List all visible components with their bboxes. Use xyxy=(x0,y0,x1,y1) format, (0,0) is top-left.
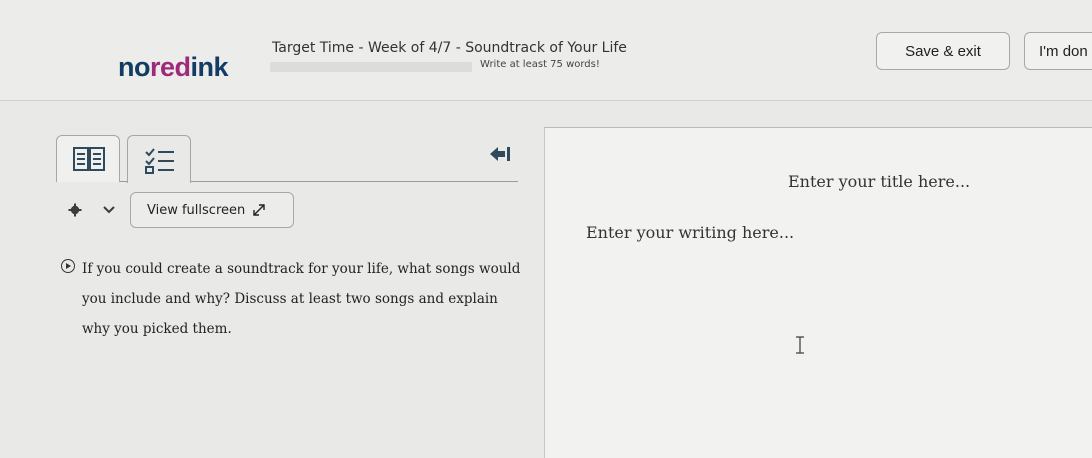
book-icon xyxy=(73,147,105,171)
arrow-left-bar-icon xyxy=(490,147,510,161)
tabs-divider xyxy=(56,181,518,182)
tab-checklist[interactable] xyxy=(127,135,191,183)
checklist-icon xyxy=(145,148,174,174)
logo-text-part2: red xyxy=(150,52,191,82)
noredink-logo[interactable]: noredink xyxy=(118,52,229,83)
im-done-button[interactable]: I'm don xyxy=(1024,32,1092,70)
play-audio-icon[interactable] xyxy=(61,259,75,273)
assignment-title: Target Time - Week of 4/7 - Soundtrack o… xyxy=(272,40,627,56)
collapse-panel-button[interactable] xyxy=(488,144,512,164)
word-progress-bar xyxy=(270,62,472,72)
essay-title-input[interactable]: Enter your title here... xyxy=(788,172,970,191)
text-cursor-icon xyxy=(796,336,804,354)
chevron-down-icon xyxy=(103,206,115,214)
save-exit-button[interactable]: Save & exit xyxy=(876,32,1010,70)
settings-dropdown[interactable] xyxy=(56,192,122,228)
gear-icon xyxy=(68,203,82,217)
view-fullscreen-button[interactable]: View fullscreen xyxy=(130,192,294,228)
expand-arrow-icon xyxy=(253,204,265,216)
view-fullscreen-label: View fullscreen xyxy=(147,202,246,218)
word-goal-label: Write at least 75 words! xyxy=(480,59,600,70)
logo-text-part1: no xyxy=(118,52,151,82)
essay-body-input[interactable]: Enter your writing here... xyxy=(586,223,794,242)
logo-text-part3: ink xyxy=(190,52,229,82)
writing-prompt: If you could create a soundtrack for you… xyxy=(82,261,521,337)
tab-prompt-book[interactable] xyxy=(56,135,120,182)
